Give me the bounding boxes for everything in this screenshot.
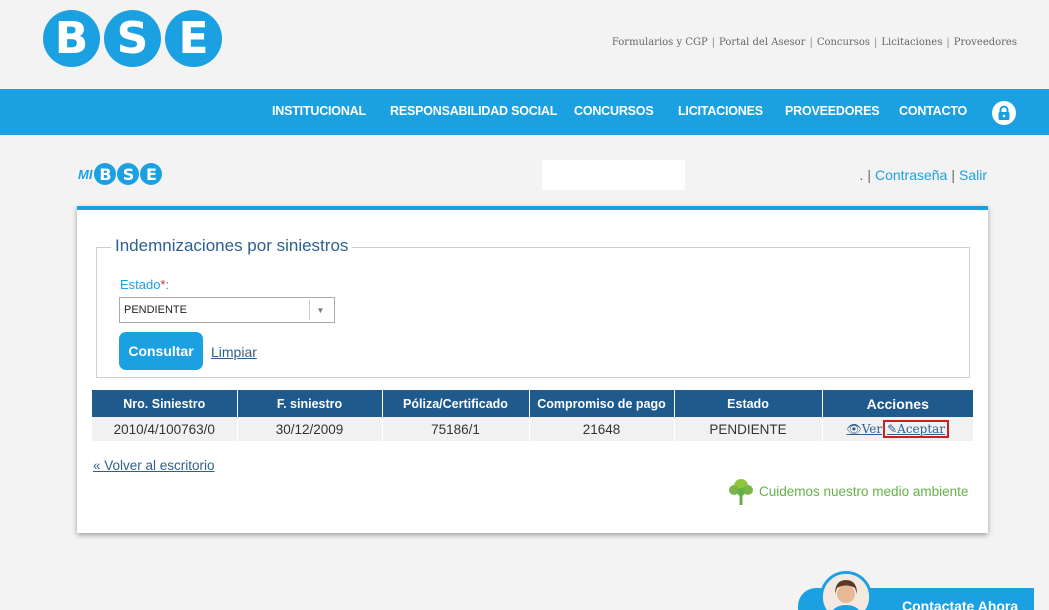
account-prefix: . bbox=[859, 167, 864, 183]
col-acciones: Acciones bbox=[822, 390, 973, 417]
logo-letter-e: E bbox=[165, 10, 222, 67]
table-row: 2010/4/100763/0 30/12/2009 75186/1 21648… bbox=[92, 417, 973, 441]
cell-estado: PENDIENTE bbox=[674, 417, 823, 441]
col-fecha-siniestro[interactable]: F. siniestro bbox=[237, 390, 383, 417]
nav-item-licitaciones[interactable]: LICITACIONES bbox=[678, 104, 763, 118]
contact-avatar bbox=[820, 571, 872, 610]
cell-fecha: 30/12/2009 bbox=[237, 417, 383, 441]
search-fieldset: Indemnizaciones por siniestros Estado*: … bbox=[96, 236, 970, 378]
col-nro-siniestro[interactable]: Nro. Siniestro bbox=[92, 390, 238, 417]
estado-label: Estado*: bbox=[120, 277, 170, 292]
nav-item-proveedores[interactable]: PROVEEDORES bbox=[785, 104, 880, 118]
nav-item-responsabilidad-social[interactable]: RESPONSABILIDAD SOCIAL bbox=[390, 104, 557, 118]
logo-letter-s: S bbox=[104, 10, 161, 67]
volver-escritorio-link[interactable]: « Volver al escritorio bbox=[93, 458, 215, 473]
top-link-proveedores[interactable]: Proveedores bbox=[954, 37, 1017, 48]
mibse-letter-e: E bbox=[140, 163, 163, 185]
mibse-letter-b: B bbox=[94, 163, 117, 185]
password-link[interactable]: Contraseña bbox=[875, 167, 947, 183]
estado-select[interactable]: PENDIENTE ▼ bbox=[119, 297, 335, 323]
top-links: Formularios y CGP | Portal del Asesor | Conc… bbox=[611, 37, 1017, 48]
nav-item-institucional[interactable]: INSTITUCIONAL bbox=[272, 104, 366, 118]
col-estado[interactable]: Estado bbox=[674, 390, 823, 417]
eco-message: Cuidemos nuestro medio ambiente bbox=[728, 477, 968, 505]
main-nav: INSTITUCIONAL RESPONSABILIDAD SOCIAL CON… bbox=[0, 89, 1049, 135]
contact-widget[interactable]: Contactate Ahora bbox=[798, 571, 1034, 610]
mibse-logo[interactable]: MI B S E bbox=[78, 163, 163, 185]
account-links: . | Contraseña | Salir bbox=[859, 167, 987, 183]
cell-acciones: 👁Ver ✎Aceptar bbox=[822, 417, 973, 441]
nav-item-contacto[interactable]: CONTACTO bbox=[899, 104, 967, 118]
cell-poliza: 75186/1 bbox=[382, 417, 530, 441]
limpiar-link[interactable]: Limpiar bbox=[211, 344, 257, 360]
top-link-portal-asesor[interactable]: Portal del Asesor bbox=[719, 37, 805, 48]
estado-select-value: PENDIENTE bbox=[124, 304, 187, 316]
main-panel: Indemnizaciones por siniestros Estado*: … bbox=[77, 206, 988, 533]
logout-link[interactable]: Salir bbox=[959, 167, 987, 183]
top-link-licitaciones[interactable]: Licitaciones bbox=[881, 37, 942, 48]
nav-item-concursos[interactable]: CONCURSOS bbox=[574, 104, 654, 118]
mibse-letter-s: S bbox=[117, 163, 140, 185]
top-header: B S E Formularios y CGP | Portal del Aseso… bbox=[0, 0, 1049, 86]
eco-text: Cuidemos nuestro medio ambiente bbox=[759, 483, 969, 499]
cell-compromiso: 21648 bbox=[529, 417, 675, 441]
aceptar-highlight: ✎Aceptar bbox=[883, 420, 950, 438]
top-link-formularios[interactable]: Formularios y CGP bbox=[612, 37, 708, 48]
pencil-icon: ✎ bbox=[887, 422, 898, 436]
top-link-concursos[interactable]: Concursos bbox=[817, 37, 870, 48]
logo-letter-b: B bbox=[43, 10, 100, 67]
eye-icon: 👁 bbox=[846, 422, 862, 436]
col-poliza[interactable]: Póliza/Certificado bbox=[382, 390, 530, 417]
fieldset-legend: Indemnizaciones por siniestros bbox=[111, 236, 353, 256]
lock-icon[interactable] bbox=[992, 101, 1016, 125]
siniestros-table: Nro. Siniestro F. siniestro Póliza/Certi… bbox=[92, 390, 973, 441]
row-actions: 👁Ver ✎Aceptar bbox=[846, 420, 950, 438]
aceptar-link[interactable]: ✎Aceptar bbox=[887, 422, 945, 436]
contact-text: Contactate Ahora bbox=[902, 598, 1019, 610]
bse-logo[interactable]: B S E bbox=[43, 10, 222, 67]
ver-link[interactable]: 👁Ver bbox=[846, 422, 882, 436]
mibse-mi: MI bbox=[78, 166, 93, 182]
table-header-row: Nro. Siniestro F. siniestro Póliza/Certi… bbox=[92, 390, 973, 417]
user-name-box bbox=[542, 160, 685, 190]
chevron-down-icon[interactable]: ▼ bbox=[309, 300, 331, 320]
cell-nro: 2010/4/100763/0 bbox=[92, 417, 238, 441]
col-compromiso-pago[interactable]: Compromiso de pago bbox=[529, 390, 675, 417]
tree-icon bbox=[729, 479, 753, 505]
consultar-button[interactable]: Consultar bbox=[119, 332, 203, 370]
